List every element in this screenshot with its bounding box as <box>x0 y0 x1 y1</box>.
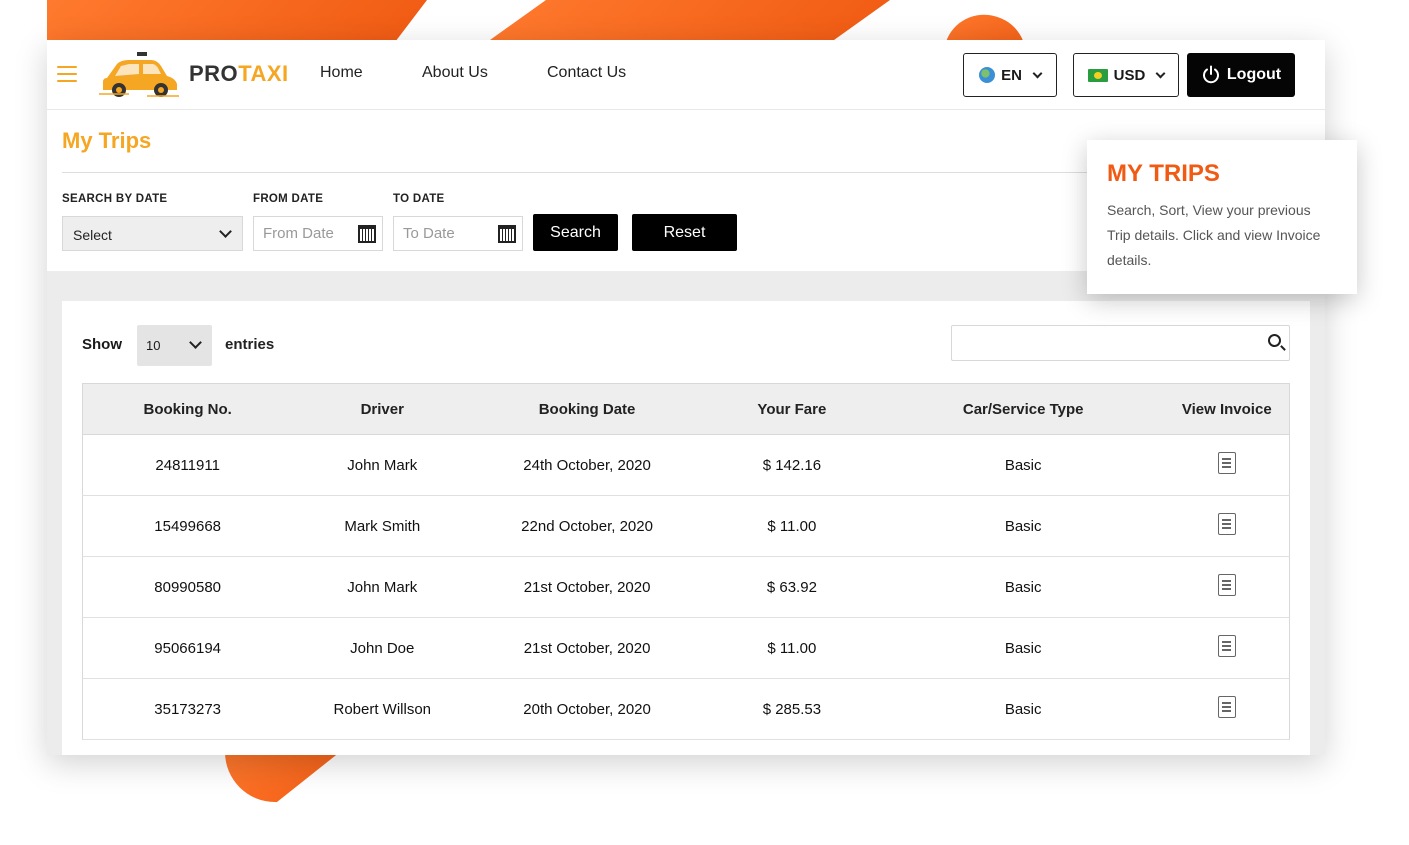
service-type-cell: Basic <box>881 556 1165 618</box>
fare-cell: $ 11.00 <box>701 617 882 679</box>
invoice-cell <box>1164 617 1290 679</box>
decorative-band <box>47 0 427 40</box>
calendar-icon[interactable] <box>358 225 376 243</box>
booking-no-cell: 35173273 <box>82 678 293 740</box>
chevron-down-icon <box>1155 68 1166 78</box>
search-button[interactable]: Search <box>533 214 618 251</box>
col-header-fare[interactable]: Your Fare <box>701 383 882 435</box>
power-icon <box>1202 65 1219 84</box>
fare-cell: $ 142.16 <box>701 434 882 496</box>
calendar-icon[interactable] <box>498 225 516 243</box>
booking-no-cell: 95066194 <box>82 617 293 679</box>
table-header-row: Booking No. Driver Booking Date Your Far… <box>82 383 1290 435</box>
table-row: 24811911 John Mark 24th October, 2020 $ … <box>82 434 1290 496</box>
hamburger-menu-icon[interactable] <box>57 66 77 82</box>
chevron-down-icon <box>219 225 232 238</box>
driver-cell: John Doe <box>292 617 473 679</box>
driver-cell: John Mark <box>292 434 473 496</box>
chevron-down-icon <box>1032 68 1043 78</box>
nav-about-link[interactable]: About Us <box>422 64 488 82</box>
col-header-driver[interactable]: Driver <box>292 383 473 435</box>
invoice-cell <box>1164 495 1290 557</box>
booking-date-cell: 21st October, 2020 <box>472 617 702 679</box>
col-header-view-invoice: View Invoice <box>1164 383 1290 435</box>
logout-label: Logout <box>1226 66 1282 83</box>
service-type-cell: Basic <box>881 495 1165 557</box>
globe-icon <box>979 67 996 83</box>
booking-no-cell: 80990580 <box>82 556 293 618</box>
from-date-input[interactable]: From Date <box>253 216 383 251</box>
brand-pro: PRO <box>189 61 239 86</box>
top-header: PROTAXI Home About Us Contact Us EN USD … <box>47 40 1325 110</box>
invoice-cell <box>1164 556 1290 618</box>
search-icon[interactable] <box>1268 334 1281 347</box>
taxi-logo-icon <box>99 52 179 97</box>
table-row: 80990580 John Mark 21st October, 2020 $ … <box>82 556 1290 618</box>
nav-contact-link[interactable]: Contact Us <box>547 64 626 82</box>
booking-no-cell: 15499668 <box>82 495 293 557</box>
search-by-date-label: SEARCH BY DATE <box>62 193 168 205</box>
fare-cell: $ 63.92 <box>701 556 882 618</box>
reset-button[interactable]: Reset <box>632 214 737 251</box>
fare-cell: $ 11.00 <box>701 495 882 557</box>
decorative-band <box>490 0 890 40</box>
booking-date-cell: 21st October, 2020 <box>472 556 702 618</box>
booking-date-cell: 22nd October, 2020 <box>472 495 702 557</box>
driver-cell: John Mark <box>292 556 473 618</box>
callout-title: MY TRIPS <box>1107 160 1220 187</box>
invoice-icon[interactable] <box>1217 635 1236 657</box>
from-date-placeholder: From Date <box>263 225 334 242</box>
chevron-down-icon <box>189 336 202 349</box>
table-row: 35173273 Robert Willson 20th October, 20… <box>82 678 1290 740</box>
table-row: 15499668 Mark Smith 22nd October, 2020 $… <box>82 495 1290 557</box>
fare-cell: $ 285.53 <box>701 678 882 740</box>
page-length-select[interactable]: 10 <box>137 325 212 366</box>
to-date-label: TO DATE <box>393 193 445 205</box>
to-date-input[interactable]: To Date <box>393 216 523 251</box>
service-type-cell: Basic <box>881 678 1165 740</box>
currency-label: USD <box>1113 66 1146 84</box>
to-date-placeholder: To Date <box>403 225 455 242</box>
trips-table: Booking No. Driver Booking Date Your Far… <box>82 383 1290 740</box>
my-trips-callout: MY TRIPS Search, Sort, View your previou… <box>1087 140 1357 294</box>
driver-cell: Mark Smith <box>292 495 473 557</box>
from-date-label: FROM DATE <box>253 193 324 205</box>
search-by-date-value: Select <box>73 227 112 243</box>
table-search-input[interactable] <box>951 325 1290 361</box>
callout-description: Search, Sort, View your previous Trip de… <box>1107 202 1321 268</box>
table-row: 95066194 John Doe 21st October, 2020 $ 1… <box>82 617 1290 679</box>
col-header-booking-no[interactable]: Booking No. <box>82 383 293 435</box>
col-header-booking-date[interactable]: Booking Date <box>472 383 702 435</box>
col-header-service-type[interactable]: Car/Service Type <box>881 383 1165 435</box>
invoice-icon[interactable] <box>1217 574 1236 596</box>
show-label: Show <box>82 336 122 353</box>
brand-taxi: TAXI <box>238 61 289 86</box>
language-label: EN <box>1001 66 1022 84</box>
invoice-cell <box>1164 678 1290 740</box>
booking-no-cell: 24811911 <box>82 434 293 496</box>
service-type-cell: Basic <box>881 617 1165 679</box>
invoice-icon[interactable] <box>1217 452 1236 474</box>
invoice-icon[interactable] <box>1217 696 1236 718</box>
service-type-cell: Basic <box>881 434 1165 496</box>
invoice-icon[interactable] <box>1217 513 1236 535</box>
page-title: My Trips <box>62 128 152 153</box>
booking-date-cell: 24th October, 2020 <box>472 434 702 496</box>
brand-logo-text[interactable]: PROTAXI <box>189 61 289 87</box>
language-selector[interactable]: EN <box>963 53 1057 97</box>
page-length-value: 10 <box>146 338 161 353</box>
flag-icon <box>1087 68 1108 82</box>
currency-selector[interactable]: USD <box>1073 53 1179 97</box>
invoice-cell <box>1164 434 1290 496</box>
booking-date-cell: 20th October, 2020 <box>472 678 702 740</box>
entries-label: entries <box>225 336 275 353</box>
trips-table-card: Show 10 entries Booking No. Driver Booki… <box>62 301 1310 755</box>
nav-home-link[interactable]: Home <box>320 64 363 82</box>
driver-cell: Robert Willson <box>292 678 473 740</box>
logout-button[interactable]: Logout <box>1187 53 1295 97</box>
search-by-date-select[interactable]: Select <box>62 216 243 251</box>
